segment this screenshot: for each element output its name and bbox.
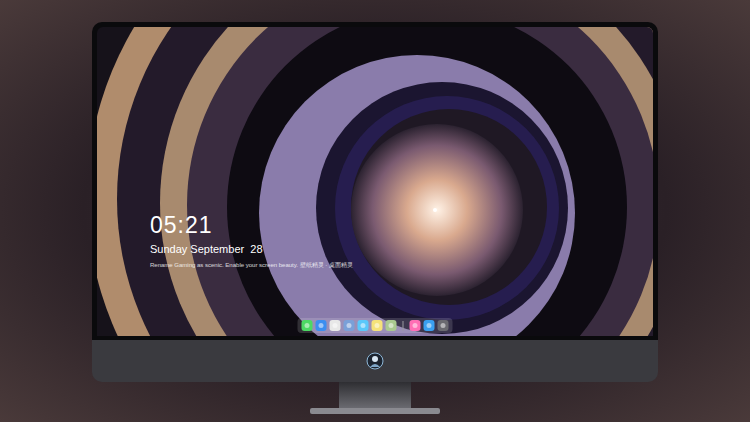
dock-app-icon[interactable]	[358, 320, 369, 331]
dock-app-icon[interactable]	[344, 320, 355, 331]
caption: Rename Gaming as scenic. Enable your scr…	[150, 261, 353, 269]
date: Sunday September 28	[150, 242, 353, 256]
time: 05:21	[150, 211, 353, 239]
brand-logo-icon	[366, 352, 384, 370]
dock-app-icon[interactable]	[424, 320, 435, 331]
monitor-bezel: 05:21 Sunday September 28 Rename Gaming as…	[92, 22, 658, 340]
dock-divider	[403, 321, 404, 331]
dock-app-icon[interactable]	[386, 320, 397, 331]
screen: 05:21 Sunday September 28 Rename Gaming as…	[97, 27, 653, 336]
dock-app-icon[interactable]	[438, 320, 449, 331]
dock-app-icon[interactable]	[372, 320, 383, 331]
monitor-chin	[92, 340, 658, 382]
monitor-stand-neck	[339, 382, 411, 408]
clock-panel: 05:21 Sunday September 28 Rename Gaming as…	[150, 211, 353, 269]
dock-app-icon[interactable]	[316, 320, 327, 331]
wallpaper-image	[97, 27, 653, 336]
dock-app-icon[interactable]	[330, 320, 341, 331]
dock-app-icon[interactable]	[410, 320, 421, 331]
monitor: 05:21 Sunday September 28 Rename Gaming as…	[92, 22, 658, 414]
dock-app-icon[interactable]	[302, 320, 313, 331]
page: 05:21 Sunday September 28 Rename Gaming as…	[0, 0, 750, 422]
dock	[298, 318, 453, 333]
monitor-stand-base	[310, 408, 440, 414]
